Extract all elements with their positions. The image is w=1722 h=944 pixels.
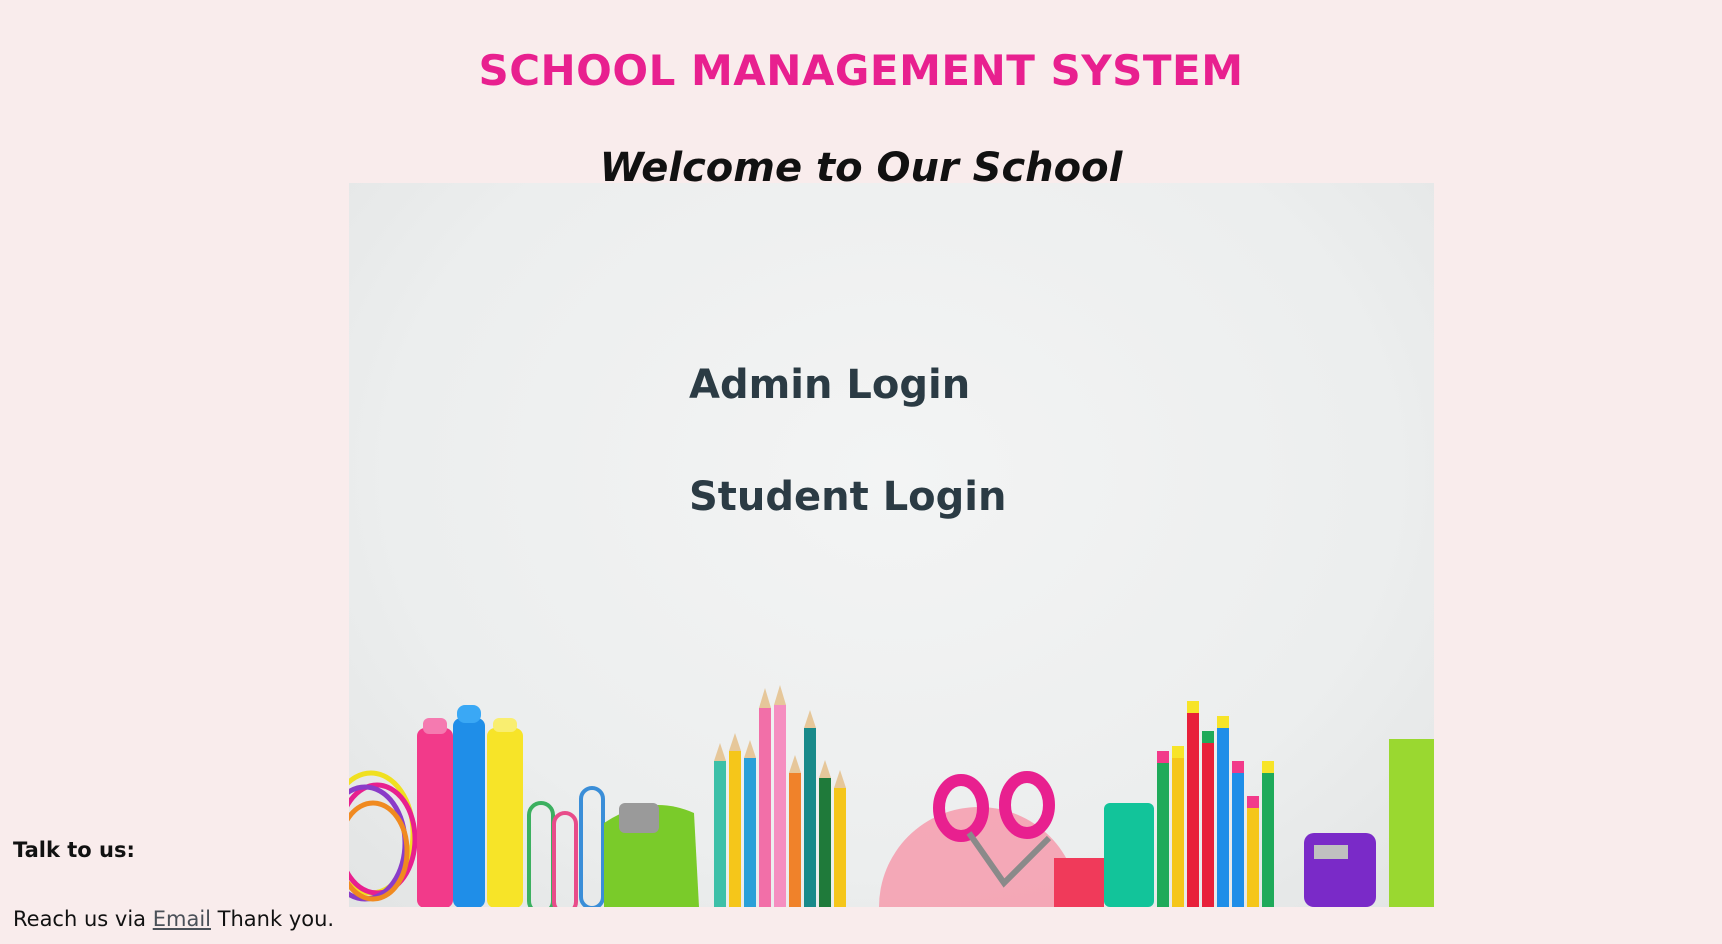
reach-suffix: Thank you. bbox=[217, 907, 335, 931]
student-login-link[interactable]: Student Login bbox=[689, 473, 1006, 521]
talk-to-us-label: Talk to us: bbox=[13, 838, 135, 862]
reach-prefix: Reach us via bbox=[13, 907, 147, 931]
school-supplies-illustration bbox=[349, 685, 1434, 907]
site-title: SCHOOL MANAGEMENT SYSTEM bbox=[478, 46, 1244, 95]
hero-image: Admin Login Student Login bbox=[349, 183, 1434, 907]
reach-us-line: Reach us via Email Thank you. bbox=[13, 907, 334, 931]
email-link[interactable]: Email bbox=[153, 907, 211, 931]
admin-login-link[interactable]: Admin Login bbox=[689, 361, 970, 409]
